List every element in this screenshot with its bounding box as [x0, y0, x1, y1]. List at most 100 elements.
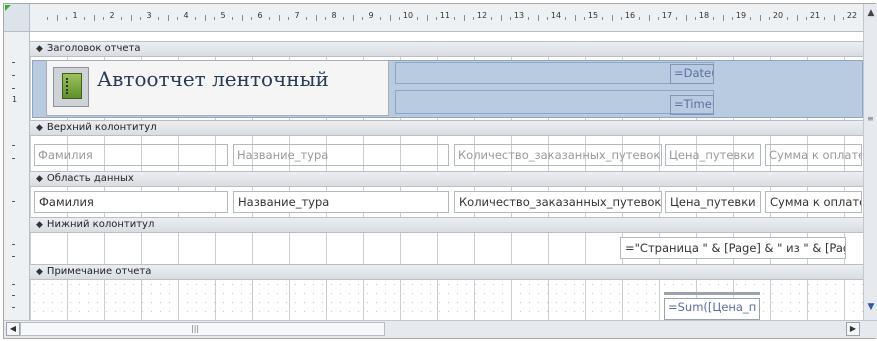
- ruler-tick: [602, 17, 604, 20]
- ruler-tick: [47, 17, 49, 20]
- section-page-header: Фамилия Название_тура Количество_заказан…: [30, 136, 863, 176]
- section-arrow-icon: ◆: [36, 174, 43, 184]
- ruler-number: 19: [735, 11, 747, 20]
- field-amount-due[interactable]: Сумма к оплате: [765, 191, 862, 213]
- section-page-footer: ="Страница " & [Page] & " из " & [Pages]: [30, 233, 863, 267]
- section-detail: Фамилия Название_тура Количество_заказан…: [30, 187, 863, 217]
- ruler-tick: [426, 15, 428, 21]
- label-surname[interactable]: Фамилия: [34, 144, 228, 166]
- ruler-tick: [454, 17, 456, 20]
- ruler-tick: [417, 17, 419, 20]
- ruler-tick: [121, 17, 123, 20]
- ruler-tick: [213, 17, 215, 20]
- ruler-number: 11: [439, 11, 451, 20]
- ruler-number: 9: [368, 11, 374, 20]
- scroll-right-icon[interactable]: ▶: [846, 322, 860, 336]
- horizontal-ruler[interactable]: 1234567891011121314151617181920212223: [30, 4, 863, 32]
- section-arrow-icon: ◆: [36, 44, 43, 54]
- ruler-number: 17: [661, 11, 673, 20]
- section-report-header: Автоотчет ленточный =Date() =Time(): [30, 57, 863, 120]
- ruler-tick: [546, 17, 548, 20]
- ruler-tick: [676, 17, 678, 20]
- scroll-grip-icon: ≡: [867, 114, 874, 123]
- ruler-tick: [315, 15, 317, 21]
- ruler-tick: [639, 17, 641, 20]
- label-amount-due[interactable]: Сумма к оплате: [765, 144, 862, 166]
- ruler-tick: [352, 15, 354, 21]
- ruler-tick: [750, 17, 752, 20]
- ruler-tick: [139, 17, 141, 20]
- ruler-tick: [232, 17, 234, 20]
- label-tour-name[interactable]: Название_тура: [233, 144, 449, 166]
- ruler-number: 14: [550, 11, 562, 20]
- ruler-tick: [250, 17, 252, 20]
- ruler-tick: [500, 15, 502, 21]
- ruler-number: 5: [220, 11, 226, 20]
- section-arrow-icon: ◆: [36, 267, 43, 277]
- ruler-tick: [84, 17, 86, 20]
- ruler-tick: [102, 17, 104, 20]
- section-report-footer: =Sum([Цена_п: [30, 280, 863, 320]
- ruler-tick: [176, 17, 178, 20]
- section-bar-page-header[interactable]: ◆ Верхний колонтитул: [30, 120, 863, 136]
- ruler-tick: [694, 17, 696, 20]
- section-arrow-icon: ◆: [36, 220, 43, 230]
- scroll-down-icon[interactable]: ▼: [864, 300, 877, 314]
- section-bar-detail[interactable]: ◆ Область данных: [30, 171, 863, 187]
- ruler-number: 20: [772, 11, 784, 20]
- ruler-number: 16: [624, 11, 636, 20]
- title-container[interactable]: Автоотчет ленточный: [46, 60, 389, 116]
- ruler-number: 8: [331, 11, 337, 20]
- ruler-number: 1: [72, 11, 78, 20]
- ruler-tick: [287, 17, 289, 20]
- scroll-up-icon[interactable]: ▲: [864, 6, 877, 20]
- ruler-number: 13: [513, 11, 525, 20]
- scroll-left-icon[interactable]: ◀: [6, 322, 20, 336]
- section-title: Верхний колонтитул: [46, 122, 157, 133]
- section-bar-report-header[interactable]: ◆ Заголовок отчета: [30, 41, 863, 57]
- ruler-tick: [204, 15, 206, 21]
- ruler-tick: [583, 17, 585, 20]
- label-voucher-price[interactable]: Цена_путевки: [665, 144, 761, 166]
- ruler-tick: [380, 17, 382, 20]
- ruler-tick: [65, 17, 67, 20]
- date-box-frame[interactable]: [395, 62, 714, 84]
- ruler-tick: [269, 17, 271, 20]
- ruler-tick: [620, 17, 622, 20]
- scroll-grip-icon: |||: [191, 324, 200, 333]
- time-box-frame[interactable]: [395, 90, 714, 114]
- report-title[interactable]: Автоотчет ленточный: [97, 67, 329, 91]
- label-vouchers-count[interactable]: Количество_заказанных_путевок: [454, 144, 662, 166]
- ruler-tick: [805, 17, 807, 20]
- scroll-thumb[interactable]: |||: [20, 322, 385, 336]
- horizontal-scrollbar[interactable]: ◀ ||| ▶: [4, 320, 877, 338]
- section-bar-page-footer[interactable]: ◆ Нижний колонтитул: [30, 217, 863, 233]
- ruler-tick: [130, 15, 132, 21]
- footer-line[interactable]: [664, 292, 760, 295]
- ruler-tick: [731, 17, 733, 20]
- ruler-tick: [611, 15, 613, 21]
- field-vouchers-count[interactable]: Количество_заказанных_путевок: [454, 191, 662, 213]
- sum-expression[interactable]: =Sum([Цена_п: [664, 298, 760, 320]
- field-surname[interactable]: Фамилия: [34, 191, 228, 213]
- design-surface: ◆ Заголовок отчета Автоотчет ленточный =D…: [30, 32, 863, 320]
- report-selector[interactable]: [4, 4, 30, 32]
- section-bar-report-footer[interactable]: ◆ Примечание отчета: [30, 264, 863, 280]
- ruler-number: 7: [294, 11, 300, 20]
- vertical-ruler[interactable]: 1: [4, 32, 30, 320]
- ruler-tick: [787, 17, 789, 20]
- vertical-scrollbar[interactable]: ▲ ≡ ▼: [863, 4, 877, 320]
- field-voucher-price[interactable]: Цена_путевки: [665, 191, 761, 213]
- ruler-number: 15: [587, 11, 599, 20]
- time-expression[interactable]: =Time(): [670, 95, 714, 115]
- ruler-tick: [491, 17, 493, 20]
- ruler-tick: [343, 17, 345, 20]
- ruler-number: 10: [402, 11, 414, 20]
- ruler-tick: [93, 15, 95, 21]
- ruler-tick: [833, 15, 835, 21]
- ruler-tick: [463, 15, 465, 21]
- date-expression[interactable]: =Date(): [670, 64, 714, 84]
- field-tour-name[interactable]: Название_тура: [233, 191, 449, 213]
- page-number-expression[interactable]: ="Страница " & [Page] & " из " & [Pages]: [620, 237, 846, 259]
- section-title: Заголовок отчета: [46, 43, 141, 54]
